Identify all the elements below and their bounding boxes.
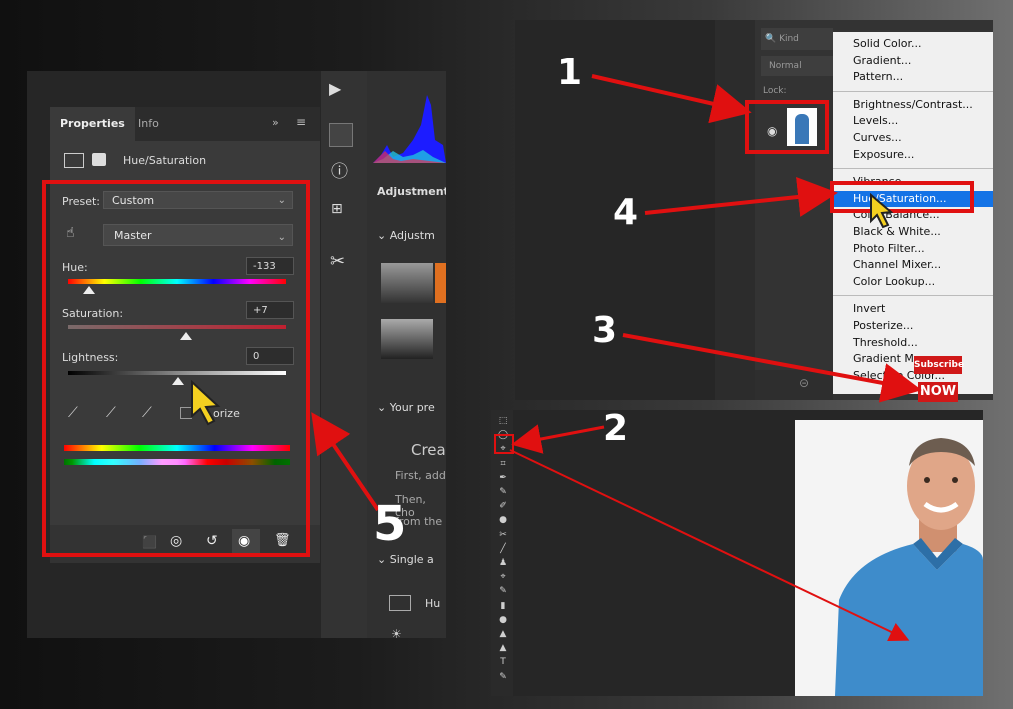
section-single[interactable]: ⌄ Single a [377,553,434,566]
canvas-area [715,20,755,400]
menu-item[interactable]: Posterize... [833,318,993,334]
type-icon[interactable]: T [497,657,509,668]
tab-info[interactable]: Info [128,107,169,141]
menu-item[interactable]: Levels... [833,113,993,129]
blur-icon[interactable]: ✎ [497,586,509,597]
menu-item[interactable]: Gradient... [833,53,993,69]
tab-properties[interactable]: Properties [50,107,135,141]
hand-icon[interactable]: ✎ [497,672,509,683]
subscribe-now-text: NOW [918,382,958,402]
photo-canvas [795,420,983,696]
preset-thumb-1[interactable] [381,263,433,303]
frame-icon[interactable]: ✒ [497,473,509,484]
gradient-icon[interactable]: ⌖ [497,572,509,583]
person-photo [835,438,983,696]
libraries-icon[interactable] [329,123,353,147]
section-presets-label: Your pre [389,401,435,414]
layers-bottom-bar: ⊝ [755,370,833,400]
annotation-box-1 [745,100,829,154]
menu-item[interactable]: Exposure... [833,147,993,163]
menu-item[interactable]: Channel Mixer... [833,257,993,273]
menu-item[interactable]: Selective Color... [833,368,993,384]
mask-icon[interactable] [92,153,106,166]
marquee-icon[interactable]: ⬚ [497,416,509,427]
layer-search-placeholder: Kind [779,34,799,44]
menu-item[interactable]: Solid Color... [833,36,993,52]
brush-icon[interactable]: ● [497,515,509,526]
step-3-number: 3 [592,310,618,351]
section-presets[interactable]: ⌄ Your pre [377,401,435,414]
blend-mode-dropdown[interactable]: Normal [761,56,833,76]
menu-item[interactable]: Invert [833,301,993,317]
histogram-chart [373,95,446,163]
create-text: Crea [411,441,446,459]
menu-item[interactable]: Gradient Map... [833,351,993,367]
step-2-number: 2 [603,408,629,449]
menu-item[interactable]: Curves... [833,130,993,146]
step-5-number: 5 [373,496,407,552]
menu-item[interactable]: Color Lookup... [833,274,993,290]
step-4-number: 4 [613,192,639,233]
menu-item[interactable]: Brightness/Contrast... [833,97,993,113]
history-brush-icon[interactable]: ╱ [497,544,509,555]
eyedropper-icon[interactable]: ✎ [497,487,509,498]
canvas-screenshot: ⬚ ◯ ⌖ ⌗ ✒ ✎ ✐ ● ✂ ╱ ♟ ⌖ ✎ ▮ ● ▲ ▲ T ✎ [491,410,983,696]
adjustment-layer-icon [64,153,84,168]
hue-item-label[interactable]: Hu [425,597,440,610]
adjustments-panel: Adjustments ⌄ Adjustm ⌄ Your pre Crea Fi… [367,71,446,638]
stamp-icon[interactable]: ⊞ [331,201,343,217]
lock-label: Lock: [763,86,787,96]
menu-separator [833,168,993,170]
annotation-box-2 [494,434,514,454]
adjustment-menu: Solid Color... Gradient... Pattern... Brigh… [833,32,993,394]
healing-icon[interactable]: ✐ [497,501,509,512]
sun-icon: ☀ [391,627,402,638]
crop-icon[interactable]: ⌗ [497,459,509,470]
adjustments-header: Adjustments [377,185,446,198]
menu-separator [833,295,993,297]
scissors-icon[interactable]: ✂ [330,251,345,272]
cursor-icon [191,380,221,426]
help-line-1: First, add [395,469,446,482]
subscribe-text: Subscribe [914,356,964,374]
preset-thumb-2[interactable] [435,263,446,303]
section-adjustments-label: Adjustm [389,229,435,242]
menu-item[interactable]: Black & White... [833,224,993,240]
info-icon[interactable]: ⓘ [331,157,348,182]
section-adjustments[interactable]: ⌄ Adjustm [377,229,435,242]
annotation-box-4 [830,181,974,213]
properties-title: Hue/Saturation [123,154,207,167]
hue-sat-icon [389,595,411,611]
subscribe-badge[interactable]: Subscribe NOW [914,356,964,402]
menu-item[interactable]: Photo Filter... [833,241,993,257]
dodge-icon[interactable]: ▮ [497,601,509,612]
link-layers-icon[interactable]: ⊝ [799,376,809,390]
pen-icon[interactable]: ● [497,615,509,626]
play-icon[interactable]: ▶ [329,79,341,98]
collapse-icon[interactable]: » [272,116,279,129]
step-1-number: 1 [557,52,583,93]
eraser-icon[interactable]: ♟ [497,558,509,569]
shape-icon[interactable]: ▲ [497,643,509,654]
panel-menu-icon[interactable]: ≡ [296,115,306,129]
layer-search-input[interactable]: 🔍 Kind [761,28,833,50]
menu-cursor-icon [870,193,894,229]
menu-item[interactable]: Threshold... [833,335,993,351]
annotation-box-5 [42,180,310,557]
path-select-icon[interactable]: ▲ [497,629,509,640]
properties-tabbar: Properties Info » ≡ [50,107,320,141]
menu-separator [833,90,993,92]
menu-item[interactable]: Pattern... [833,69,993,85]
section-single-label: Single a [389,553,434,566]
preset-thumb-3[interactable] [381,319,433,359]
stamp-icon[interactable]: ✂ [497,530,509,541]
